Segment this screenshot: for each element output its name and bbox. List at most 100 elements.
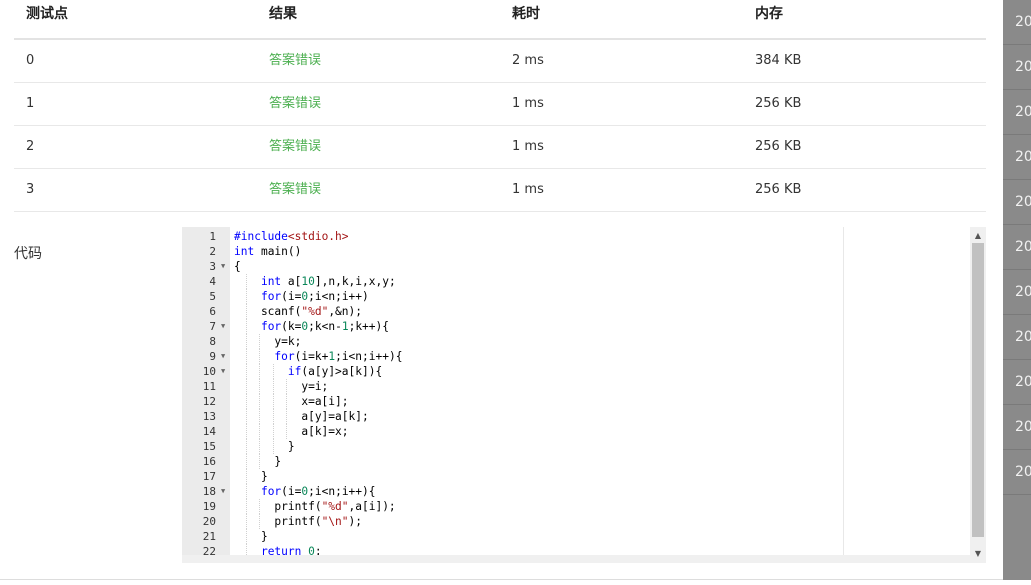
code-text: int a[10],n,k,i,x,y; [260, 275, 396, 288]
memory-value: 384 KB [755, 53, 802, 68]
code-editor[interactable]: 1 2 3 ▼ 4 5 6 7 ▼ 8 9 ▼ 10 ▼ 11 12 13 14 15 16 17 18 ▼ 19 20 21 22… [182, 227, 986, 563]
line-number-row: 5 [182, 289, 230, 304]
side-panel-item-label: 20 [1015, 149, 1031, 165]
scroll-up-arrow-icon[interactable]: ▲ [970, 229, 986, 243]
side-panel-item[interactable]: 20 [1003, 135, 1031, 180]
test-point-id: 1 [26, 96, 35, 111]
line-number-row: 17 [182, 469, 230, 484]
side-panel-item[interactable]: 20 [1003, 450, 1031, 495]
memory-value: 256 KB [755, 96, 802, 111]
table-row: 2 答案错误 1 ms 256 KB [14, 126, 986, 169]
scroll-down-arrow-icon[interactable]: ▼ [970, 547, 986, 561]
line-number: 17 [202, 470, 216, 483]
line-number-row: 2 [182, 244, 230, 259]
memory-value: 256 KB [755, 139, 802, 154]
code-text: y=k; [234, 335, 302, 348]
code-line: for(i=0;i<n;i++){ [230, 484, 970, 499]
line-number: 5 [209, 290, 216, 303]
side-panel-item[interactable]: 20 [1003, 315, 1031, 360]
line-number: 10 [202, 365, 216, 378]
result-status: 答案错误 [269, 139, 322, 154]
code-text: for(i=0;i<n;i++) [260, 290, 369, 303]
code-line: if(a[y]>a[k]){ [230, 364, 970, 379]
fold-arrow-icon[interactable]: ▼ [221, 364, 225, 379]
code-line: a[y]=a[k]; [230, 409, 970, 424]
code-text: a[k]=x; [234, 425, 349, 438]
vertical-scrollbar[interactable]: ▲ ▼ [970, 227, 986, 563]
line-number-row: 19 [182, 499, 230, 514]
line-number: 12 [202, 395, 216, 408]
code-line: { [230, 259, 970, 274]
result-status: 答案错误 [269, 96, 322, 111]
time-value: 2 ms [512, 53, 544, 68]
line-number: 18 [202, 485, 216, 498]
code-content[interactable]: #include<stdio.h> int main() { int a[10],n… [230, 227, 970, 563]
line-number-row: 13 [182, 409, 230, 424]
line-number: 1 [209, 230, 216, 243]
side-panel-item[interactable]: 20 [1003, 270, 1031, 315]
line-number: 11 [202, 380, 216, 393]
code-text: x=a[i]; [234, 395, 349, 408]
code-line: for(i=0;i<n;i++) [230, 289, 970, 304]
header-result: 结果 [269, 6, 297, 22]
table-row: 0 答案错误 2 ms 384 KB [14, 40, 986, 83]
code-line: int main() [230, 244, 970, 259]
code-text: y=i; [234, 380, 329, 393]
side-panel-item[interactable]: 20 [1003, 360, 1031, 405]
line-number-row: 15 [182, 439, 230, 454]
table-row: 3 答案错误 1 ms 256 KB [14, 169, 986, 212]
line-number: 8 [209, 335, 216, 348]
code-line: } [230, 469, 970, 484]
header-memory: 内存 [755, 6, 783, 22]
side-panel: 20 20 20 20 20 20 20 20 20 20 20 [1003, 0, 1031, 580]
time-value: 1 ms [512, 139, 544, 154]
line-number-row: 14 [182, 424, 230, 439]
horizontal-scrollbar[interactable] [182, 555, 970, 563]
code-text: int main() [234, 245, 302, 258]
fold-arrow-icon[interactable]: ▼ [221, 484, 225, 499]
fold-arrow-icon[interactable]: ▼ [221, 259, 225, 274]
code-line: #include<stdio.h> [230, 229, 970, 244]
line-number-row: 12 [182, 394, 230, 409]
table-row: 1 答案错误 1 ms 256 KB [14, 83, 986, 126]
line-number-row: 6 [182, 304, 230, 319]
memory-value: 256 KB [755, 182, 802, 197]
side-panel-item[interactable]: 20 [1003, 45, 1031, 90]
fold-arrow-icon[interactable]: ▼ [221, 349, 225, 364]
line-number: 16 [202, 455, 216, 468]
line-number-row: 8 [182, 334, 230, 349]
line-number-row: 3 ▼ [182, 259, 230, 274]
code-text: for(i=k+1;i<n;i++){ [274, 350, 403, 363]
result-status: 答案错误 [269, 182, 322, 197]
side-panel-item[interactable]: 20 [1003, 225, 1031, 270]
code-line: scanf("%d",&n); [230, 304, 970, 319]
side-panel-item[interactable]: 20 [1003, 0, 1031, 45]
code-line: a[k]=x; [230, 424, 970, 439]
time-value: 1 ms [512, 96, 544, 111]
code-text: printf("%d",a[i]); [234, 500, 396, 513]
side-panel-item[interactable]: 20 [1003, 405, 1031, 450]
side-panel-item[interactable]: 20 [1003, 90, 1031, 135]
line-number-row: 20 [182, 514, 230, 529]
side-panel-item-label: 20 [1015, 284, 1031, 300]
line-number: 13 [202, 410, 216, 423]
line-number: 6 [209, 305, 216, 318]
fold-arrow-icon[interactable]: ▼ [221, 319, 225, 334]
code-text: } [234, 470, 268, 483]
line-number-row: 21 [182, 529, 230, 544]
line-number: 14 [202, 425, 216, 438]
results-header: 测试点 结果 耗时 内存 [14, 0, 986, 40]
line-number-row: 1 [182, 229, 230, 244]
side-panel-item[interactable]: 20 [1003, 180, 1031, 225]
line-number: 2 [209, 245, 216, 258]
line-number: 15 [202, 440, 216, 453]
side-panel-item-label: 20 [1015, 194, 1031, 210]
code-line: for(i=k+1;i<n;i++){ [230, 349, 970, 364]
scrollbar-thumb[interactable] [972, 243, 984, 537]
line-number-row: 11 [182, 379, 230, 394]
header-time: 耗时 [512, 6, 540, 22]
code-text: for(i=0;i<n;i++){ [260, 485, 376, 498]
results-table: 测试点 结果 耗时 内存 0 答案错误 2 ms 384 KB 1 答案错误 1… [14, 0, 986, 212]
code-text: { [234, 260, 241, 273]
line-number-row: 9 ▼ [182, 349, 230, 364]
